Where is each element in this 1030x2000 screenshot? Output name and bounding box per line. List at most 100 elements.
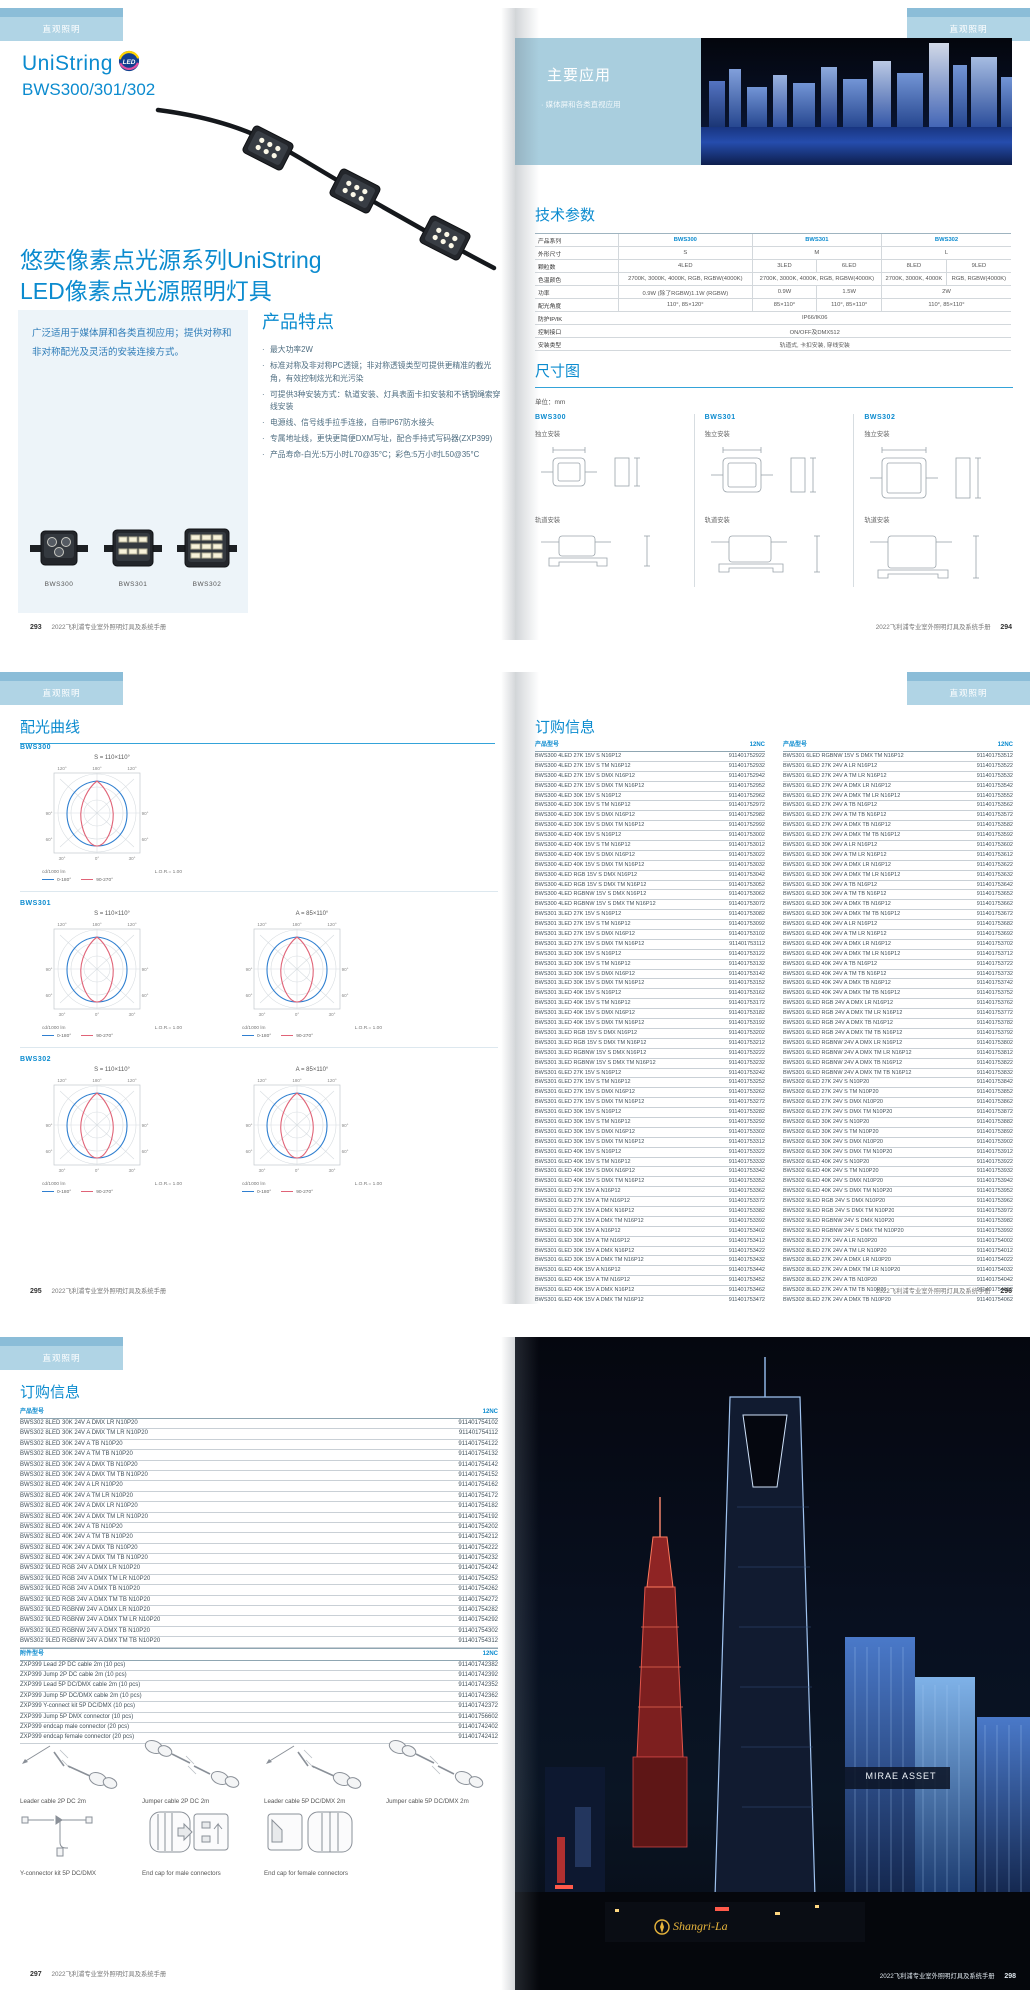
spec-value: 轨道式, 卡扣安装, 穿线安装: [619, 338, 1012, 351]
order-12nc: 911401752942: [729, 772, 765, 781]
spec-row: 控制接口ON/OFF及DMX512: [535, 325, 1011, 338]
table-row: BWS302 8LED 40K 24V A DMX TM LR N10P2091…: [20, 1513, 498, 1523]
product-code: BWS301 6LED 40K 24V A TB N16P12: [783, 960, 877, 969]
product-code: BWS302 6LED 40K 24V S DMX TM N10P20: [783, 1187, 892, 1196]
product-code: BWS301 6LED 40K 15V S DMX N16P12: [535, 1167, 635, 1176]
brand-title: UniString: [22, 52, 113, 76]
table-row: BWS301 6LED 27K 15V A DMX N16P1291140175…: [535, 1207, 765, 1217]
order-table-right: 产品型号12NC BWS301 6LED RGBNW 15V S DMX TM …: [783, 740, 1013, 1304]
svg-text:0°: 0°: [95, 856, 100, 861]
product-code: BWS301 6LED 27K 24V A DMX TM LR N16P12: [783, 792, 900, 801]
product-code: BWS302 6LED 30K 24V S N10P20: [783, 1118, 869, 1127]
product-code: BWS301 6LED 30K 15V A DMX TM N16P12: [535, 1256, 644, 1265]
product-code: BWS302 9LED RGB 24V S DMX TM N10P20: [783, 1207, 894, 1216]
table-row: BWS301 6LED 30K 15V S DMX N16P1291140175…: [535, 1128, 765, 1138]
order-12nc: 911401753862: [977, 1098, 1013, 1107]
order-12nc: 911401753662: [977, 900, 1013, 909]
spec-row: 功率0.9W (除了RGBW)1.1W (RGBW)0.9W1.5W2W: [535, 286, 1011, 299]
spec-value: 2700K, 3000K, 4000K, RGB, RGBW(4000K): [752, 273, 881, 286]
svg-text:LED: LED: [123, 59, 136, 66]
order-12nc: 911401753152: [729, 979, 765, 988]
group-bws302: BWS302 S = 110×110° 120° 180° 120° 90° 9…: [20, 1056, 498, 1203]
table-row: BWS301 3LED RGBNW 15V S DMX TM N16P12911…: [535, 1059, 765, 1069]
drawing-jumper-5p: Jumper cable 5P DC/DMX 2m: [386, 1732, 496, 1805]
order-12nc: 911401754202: [458, 1523, 498, 1532]
order-12nc: 911401753752: [977, 989, 1013, 998]
spec-label: 配光角度: [535, 299, 619, 312]
accessory-line-art: [264, 1804, 364, 1862]
page-295: 直观照明 配光曲线 BWS300 S = 110×110° 120° 180° …: [0, 672, 515, 1304]
table-row: BWS301 6LED 27K 24V A DMX LR N16P1291140…: [783, 782, 1013, 792]
svg-text:60°: 60°: [142, 837, 149, 842]
product-code: BWS301 3LED 27K 15V S DMX N16P12: [535, 930, 635, 939]
product-code: ZXP399 Jump 2P DC cable 2m (10 pcs): [20, 1671, 127, 1680]
polar-chart-block: S = 110×110° 120° 180° 120° 90° 90° 60° …: [42, 1067, 182, 1195]
table-row: BWS301 6LED 27K 15V S DMX TM N16P1291140…: [535, 1098, 765, 1108]
catalog-spread: { "shared": { "tab": "直观照明", "handbook":…: [0, 0, 1030, 2000]
table-row: ZXP399 Jump 5P DMX connector (10 pcs)911…: [20, 1713, 498, 1723]
table-row: ZXP399 Jump 2P DC cable 2m (10 pcs)91140…: [20, 1671, 498, 1681]
product-code: BWS302 8LED 30K 24V A DMX TB N10P20: [20, 1461, 138, 1470]
product-code: BWS301 6LED 27K 24V A LR N16P12: [783, 762, 877, 771]
product-code: BWS302 8LED 27K 24V A LR N10P20: [783, 1237, 877, 1246]
product-code: BWS301 6LED 30K 24V A LR N16P12: [783, 841, 877, 850]
rail-view: [535, 526, 675, 582]
dimension-drawing: [705, 440, 854, 507]
accessory-line-art: [20, 1804, 120, 1862]
order-12nc: 911401753582: [977, 821, 1013, 830]
order-12nc: 911401754222: [458, 1544, 498, 1553]
table-row: BWS302 8LED 40K 24V A TB N10P20911401754…: [20, 1523, 498, 1533]
product-code: BWS300 4LED RGB 15V S DMX N16P12: [535, 871, 637, 880]
product-code: BWS301 6LED 40K 24V A DMX LR N16P12: [783, 940, 891, 949]
svg-text:90°: 90°: [342, 967, 349, 972]
order-12nc: 911401753222: [729, 1049, 765, 1058]
accessory-line-art: [386, 1732, 486, 1790]
specs-section: 技术参数 产品系列BWS300BWS301BWS302外形尺寸SML颗粒数4LE…: [535, 204, 1013, 351]
table-row: BWS301 6LED 27K 15V A TM N16P12911401753…: [535, 1197, 765, 1207]
product-code: BWS301 6LED 40K 15V A DMX N16P12: [535, 1286, 634, 1295]
table-row: BWS301 6LED 30K 24V A TM TB N16P12911401…: [783, 890, 1013, 900]
svg-text:90°: 90°: [246, 1123, 253, 1128]
thumb-bws301: BWS301: [100, 525, 166, 588]
product-code: BWS300 4LED 27K 15V S TM N16P12: [535, 762, 631, 771]
order-12nc: 911401756602: [458, 1713, 498, 1722]
drawing-endcap-male: End cap for male connectors: [142, 1804, 252, 1877]
svg-text:30°: 30°: [259, 1168, 266, 1173]
table-row: ZXP399 Jump 5P DC/DMX cable 2m (10 pcs)9…: [20, 1692, 498, 1702]
applications-panel: 主要应用 · 媒体屏和各类直视应用: [515, 38, 701, 165]
table-row: BWS301 3LED 27K 15V S DMX TM N16P1291140…: [535, 940, 765, 950]
led-logo-icon: LED: [118, 50, 140, 72]
product-code: BWS300 4LED 40K 15V S N16P12: [535, 831, 621, 840]
table-row: BWS302 8LED 40K 24V A TM TB N10P20911401…: [20, 1533, 498, 1543]
order-12nc: 911401753782: [977, 1019, 1013, 1028]
product-code: BWS302 9LED RGB 24V A DMX LR N10P20: [20, 1564, 140, 1573]
order-12nc: 911401753532: [977, 772, 1013, 781]
product-code: BWS301 3LED RGBNW 15V S DMX TM N16P12: [535, 1059, 656, 1068]
product-code: BWS302 8LED 27K 24V A TM LR N10P20: [783, 1247, 887, 1256]
table-row: BWS302 6LED 30K 24V S N10P20911401753882: [783, 1118, 1013, 1128]
order-12nc: 911401753312: [729, 1138, 765, 1147]
photometry-groups: BWS300 S = 110×110° 120° 180° 120° 90° 9…: [20, 744, 498, 1211]
page-number: 298: [1004, 1973, 1016, 1980]
spec-value: IP66/IK06: [619, 312, 1012, 325]
spec-value: 1.5W: [817, 286, 882, 299]
table-row: BWS301 6LED 27K 15V S TM N16P12911401753…: [535, 1078, 765, 1088]
svg-text:90°: 90°: [142, 1123, 149, 1128]
handbook-title: 2022飞利浦专业室外照明灯具及系统手册: [880, 1973, 995, 1980]
page-number: 294: [1000, 624, 1012, 631]
lor-label: L.O.R.= 1.00: [155, 1182, 182, 1187]
product-code: BWS301 6LED 27K 15V S DMX N16P12: [535, 1088, 635, 1097]
table-row: BWS302 8LED 30K 24V A DMX TB N10P2091140…: [20, 1461, 498, 1471]
svg-text:60°: 60°: [46, 837, 53, 842]
thumb-caption: BWS302: [174, 581, 240, 588]
order-table-header: 产品型号12NC: [535, 740, 765, 752]
table-row: BWS302 9LED RGBNW 24V A DMX TB N10P20911…: [20, 1627, 498, 1637]
table-row: BWS302 8LED 27K 24V A DMX TB N10P2091140…: [783, 1296, 1013, 1304]
order-12nc: 911401753972: [977, 1207, 1013, 1216]
spec-value: 2700K, 3000K, 4000K, RGB, RGBW(4000K): [619, 273, 753, 286]
product-code: BWS301 6LED 40K 24V A LR N16P12: [783, 920, 877, 929]
dims-unit: 单位：mm: [535, 396, 1013, 406]
table-row: BWS301 6LED 40K 15V S DMX N16P1291140175…: [535, 1167, 765, 1177]
thumb-caption: BWS301: [100, 581, 166, 588]
order-12nc: 911401753352: [729, 1177, 765, 1186]
